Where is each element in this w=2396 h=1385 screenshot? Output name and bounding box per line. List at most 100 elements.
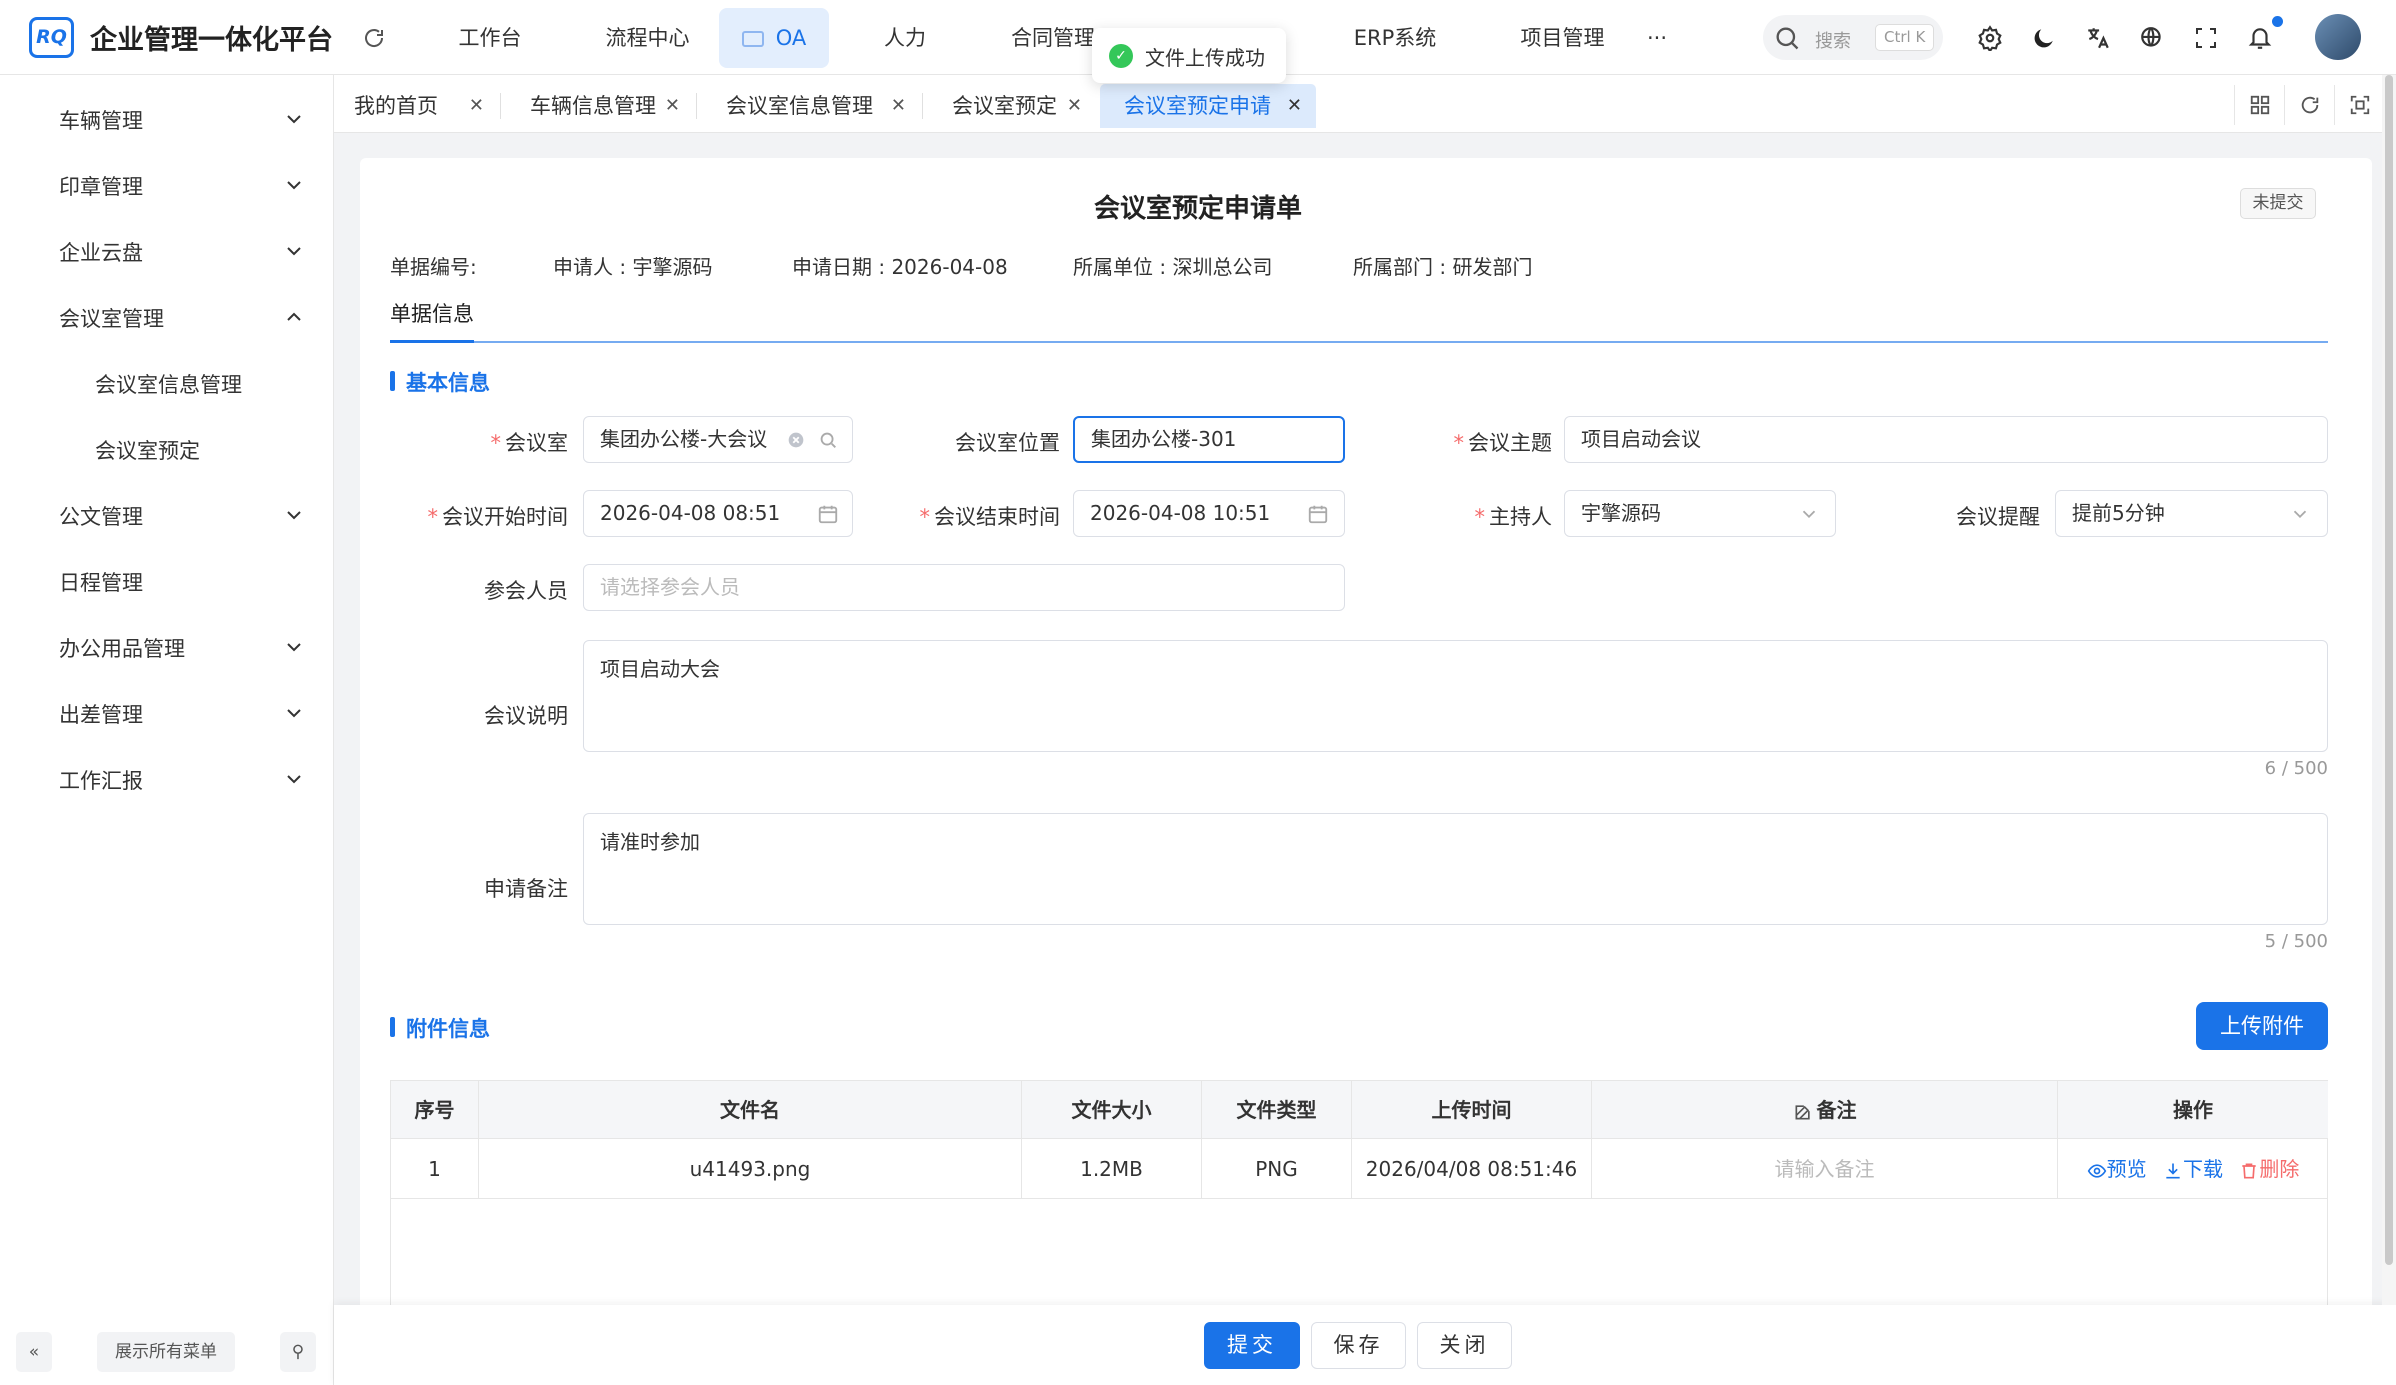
meta-apply-date: 申请日期 : 2026-04-08 bbox=[792, 255, 1008, 279]
label-end-time: * 会议结束时间 bbox=[919, 505, 1061, 529]
grid-icon[interactable] bbox=[2234, 85, 2284, 125]
nav-more[interactable]: ··· bbox=[1640, 8, 1674, 68]
nav-hr[interactable]: 人力 bbox=[870, 8, 940, 68]
tab-meeting-room-info[interactable]: 会议室信息管理 ✕ bbox=[706, 84, 916, 128]
notification-dot bbox=[2272, 16, 2283, 27]
reminder-select[interactable]: 提前5分钟 bbox=[2055, 490, 2328, 537]
host-value: 宇擎源码 bbox=[1581, 501, 1661, 525]
description-textarea[interactable]: 项目启动大会 bbox=[583, 640, 2328, 752]
label-text: 会议室 bbox=[505, 431, 568, 455]
label-text: 主持人 bbox=[1489, 505, 1552, 529]
page-scrollbar[interactable] bbox=[2382, 75, 2396, 1305]
app-logo: RQ bbox=[29, 17, 74, 58]
col-header-type: 文件类型 bbox=[1202, 1081, 1352, 1139]
sidebar-item-meeting-room[interactable]: 会议室管理 bbox=[59, 303, 164, 333]
search-box[interactable]: 搜索 Ctrl K bbox=[1763, 15, 1943, 60]
chevron-down-icon bbox=[2293, 510, 2307, 519]
moon-icon[interactable] bbox=[2028, 22, 2060, 54]
col-header-actions: 操作 bbox=[2058, 1081, 2328, 1139]
sidebar-item-business-trip[interactable]: 出差管理 bbox=[59, 699, 143, 729]
download-link[interactable]: 下载 bbox=[2163, 1157, 2223, 1181]
start-time-value: 2026-04-08 08:51 bbox=[600, 501, 781, 525]
attendees-select[interactable]: 请选择参会人员 bbox=[583, 564, 1345, 611]
reload-tab-icon[interactable] bbox=[2284, 85, 2334, 125]
room-location-input[interactable]: 集团办公楼-301 bbox=[1073, 416, 1345, 463]
delete-label: 删除 bbox=[2259, 1157, 2300, 1181]
eye-icon bbox=[2087, 1163, 2106, 1178]
start-time-picker[interactable]: 2026-04-08 08:51 bbox=[583, 490, 853, 537]
close-icon[interactable]: ✕ bbox=[1067, 84, 1082, 128]
description-count: 6 / 500 bbox=[2264, 758, 2328, 779]
close-button[interactable]: 关闭 bbox=[1417, 1322, 1512, 1369]
nav-erp[interactable]: ERP系统 bbox=[1345, 8, 1445, 68]
tab-vehicle-info[interactable]: 车辆信息管理 ✕ bbox=[510, 84, 690, 128]
label-meeting-topic: * 会议主题 bbox=[1453, 431, 1553, 455]
meeting-topic-input[interactable]: 项目启动会议 bbox=[1564, 416, 2328, 463]
label-text: 会议主题 bbox=[1468, 431, 1552, 455]
tab-underline bbox=[390, 341, 2328, 343]
maximize-icon[interactable] bbox=[2334, 85, 2384, 125]
sidebar-item-work-report[interactable]: 工作汇报 bbox=[59, 765, 143, 795]
note-input[interactable]: 请输入备注 bbox=[1592, 1139, 2058, 1199]
bell-icon[interactable] bbox=[2244, 22, 2276, 54]
close-icon[interactable]: ✕ bbox=[469, 84, 484, 128]
meeting-room-select[interactable]: 集团办公楼-大会议 bbox=[583, 416, 853, 463]
nav-workbench[interactable]: 工作台 bbox=[445, 8, 535, 68]
sidebar-item-vehicle[interactable]: 车辆管理 bbox=[59, 105, 143, 135]
submit-button[interactable]: 提交 bbox=[1204, 1322, 1300, 1369]
nav-process-center[interactable]: 流程中心 bbox=[595, 8, 700, 68]
pin-sidebar-button[interactable]: ⚲ bbox=[280, 1332, 316, 1372]
nav-oa[interactable]: OA bbox=[719, 8, 829, 68]
sidebar-item-document[interactable]: 公文管理 bbox=[59, 501, 143, 531]
sidebar-item-meeting-room-booking[interactable]: 会议室预定 bbox=[95, 435, 200, 465]
show-all-menus-button[interactable]: 展示所有菜单 bbox=[97, 1332, 235, 1372]
tab-home[interactable]: 我的首页 ✕ bbox=[334, 84, 494, 128]
clear-icon[interactable] bbox=[785, 429, 807, 451]
close-icon[interactable]: ✕ bbox=[1287, 84, 1302, 128]
search-icon bbox=[1776, 27, 1799, 50]
upload-attachment-button[interactable]: 上传附件 bbox=[2196, 1002, 2328, 1050]
settings-icon[interactable] bbox=[1974, 22, 2006, 54]
tab-meeting-room-booking-apply[interactable]: 会议室预定申请 ✕ bbox=[1100, 84, 1316, 128]
col-header-note-text: 备注 bbox=[1816, 1098, 1857, 1122]
label-text: 会议结束时间 bbox=[934, 505, 1060, 529]
nav-project[interactable]: 项目管理 bbox=[1505, 8, 1620, 68]
language-globe-icon[interactable] bbox=[2136, 22, 2168, 54]
scrollbar-thumb[interactable] bbox=[2385, 75, 2393, 1265]
sidebar-item-cloud-disk[interactable]: 企业云盘 bbox=[59, 237, 143, 267]
nav-oa-label: OA bbox=[775, 26, 807, 50]
label-remark: 申请备注 bbox=[484, 877, 568, 901]
remark-count: 5 / 500 bbox=[2264, 931, 2328, 952]
tab-label: 会议室信息管理 bbox=[726, 94, 873, 118]
sidebar-item-schedule[interactable]: 日程管理 bbox=[59, 567, 143, 597]
refresh-icon[interactable] bbox=[358, 22, 390, 54]
host-select[interactable]: 宇擎源码 bbox=[1564, 490, 1836, 537]
label-attendees: 参会人员 bbox=[484, 579, 568, 603]
tab-divider bbox=[922, 93, 923, 119]
sidebar-item-meeting-room-info[interactable]: 会议室信息管理 bbox=[95, 369, 242, 399]
status-badge: 未提交 bbox=[2240, 188, 2316, 219]
save-button[interactable]: 保存 bbox=[1311, 1322, 1406, 1369]
chevron-down-icon bbox=[287, 247, 301, 256]
end-time-picker[interactable]: 2026-04-08 10:51 bbox=[1073, 490, 1345, 537]
collapse-sidebar-button[interactable]: « bbox=[16, 1332, 52, 1372]
tab-divider bbox=[696, 93, 697, 119]
chevron-down-icon bbox=[287, 775, 301, 784]
avatar[interactable] bbox=[2315, 14, 2361, 60]
nav-contract[interactable]: 合同管理 bbox=[1003, 8, 1103, 68]
preview-label: 预览 bbox=[2106, 1157, 2147, 1181]
tab-meeting-room-booking[interactable]: 会议室预定 ✕ bbox=[932, 84, 1092, 128]
tab-document-info[interactable]: 单据信息 bbox=[390, 298, 474, 328]
sidebar-item-office-supplies[interactable]: 办公用品管理 bbox=[59, 633, 185, 663]
label-host: * 主持人 bbox=[1474, 505, 1553, 529]
search-icon[interactable] bbox=[817, 429, 839, 451]
preview-link[interactable]: 预览 bbox=[2087, 1157, 2147, 1181]
cell-no: 1 bbox=[391, 1139, 479, 1199]
fullscreen-icon[interactable] bbox=[2190, 22, 2222, 54]
close-icon[interactable]: ✕ bbox=[891, 84, 906, 128]
meeting-room-value: 集团办公楼-大会议 bbox=[600, 427, 768, 451]
close-icon[interactable]: ✕ bbox=[665, 84, 680, 128]
remark-textarea[interactable]: 请准时参加 bbox=[583, 813, 2328, 925]
translate-icon[interactable] bbox=[2082, 22, 2114, 54]
delete-link[interactable]: 删除 bbox=[2239, 1157, 2299, 1181]
